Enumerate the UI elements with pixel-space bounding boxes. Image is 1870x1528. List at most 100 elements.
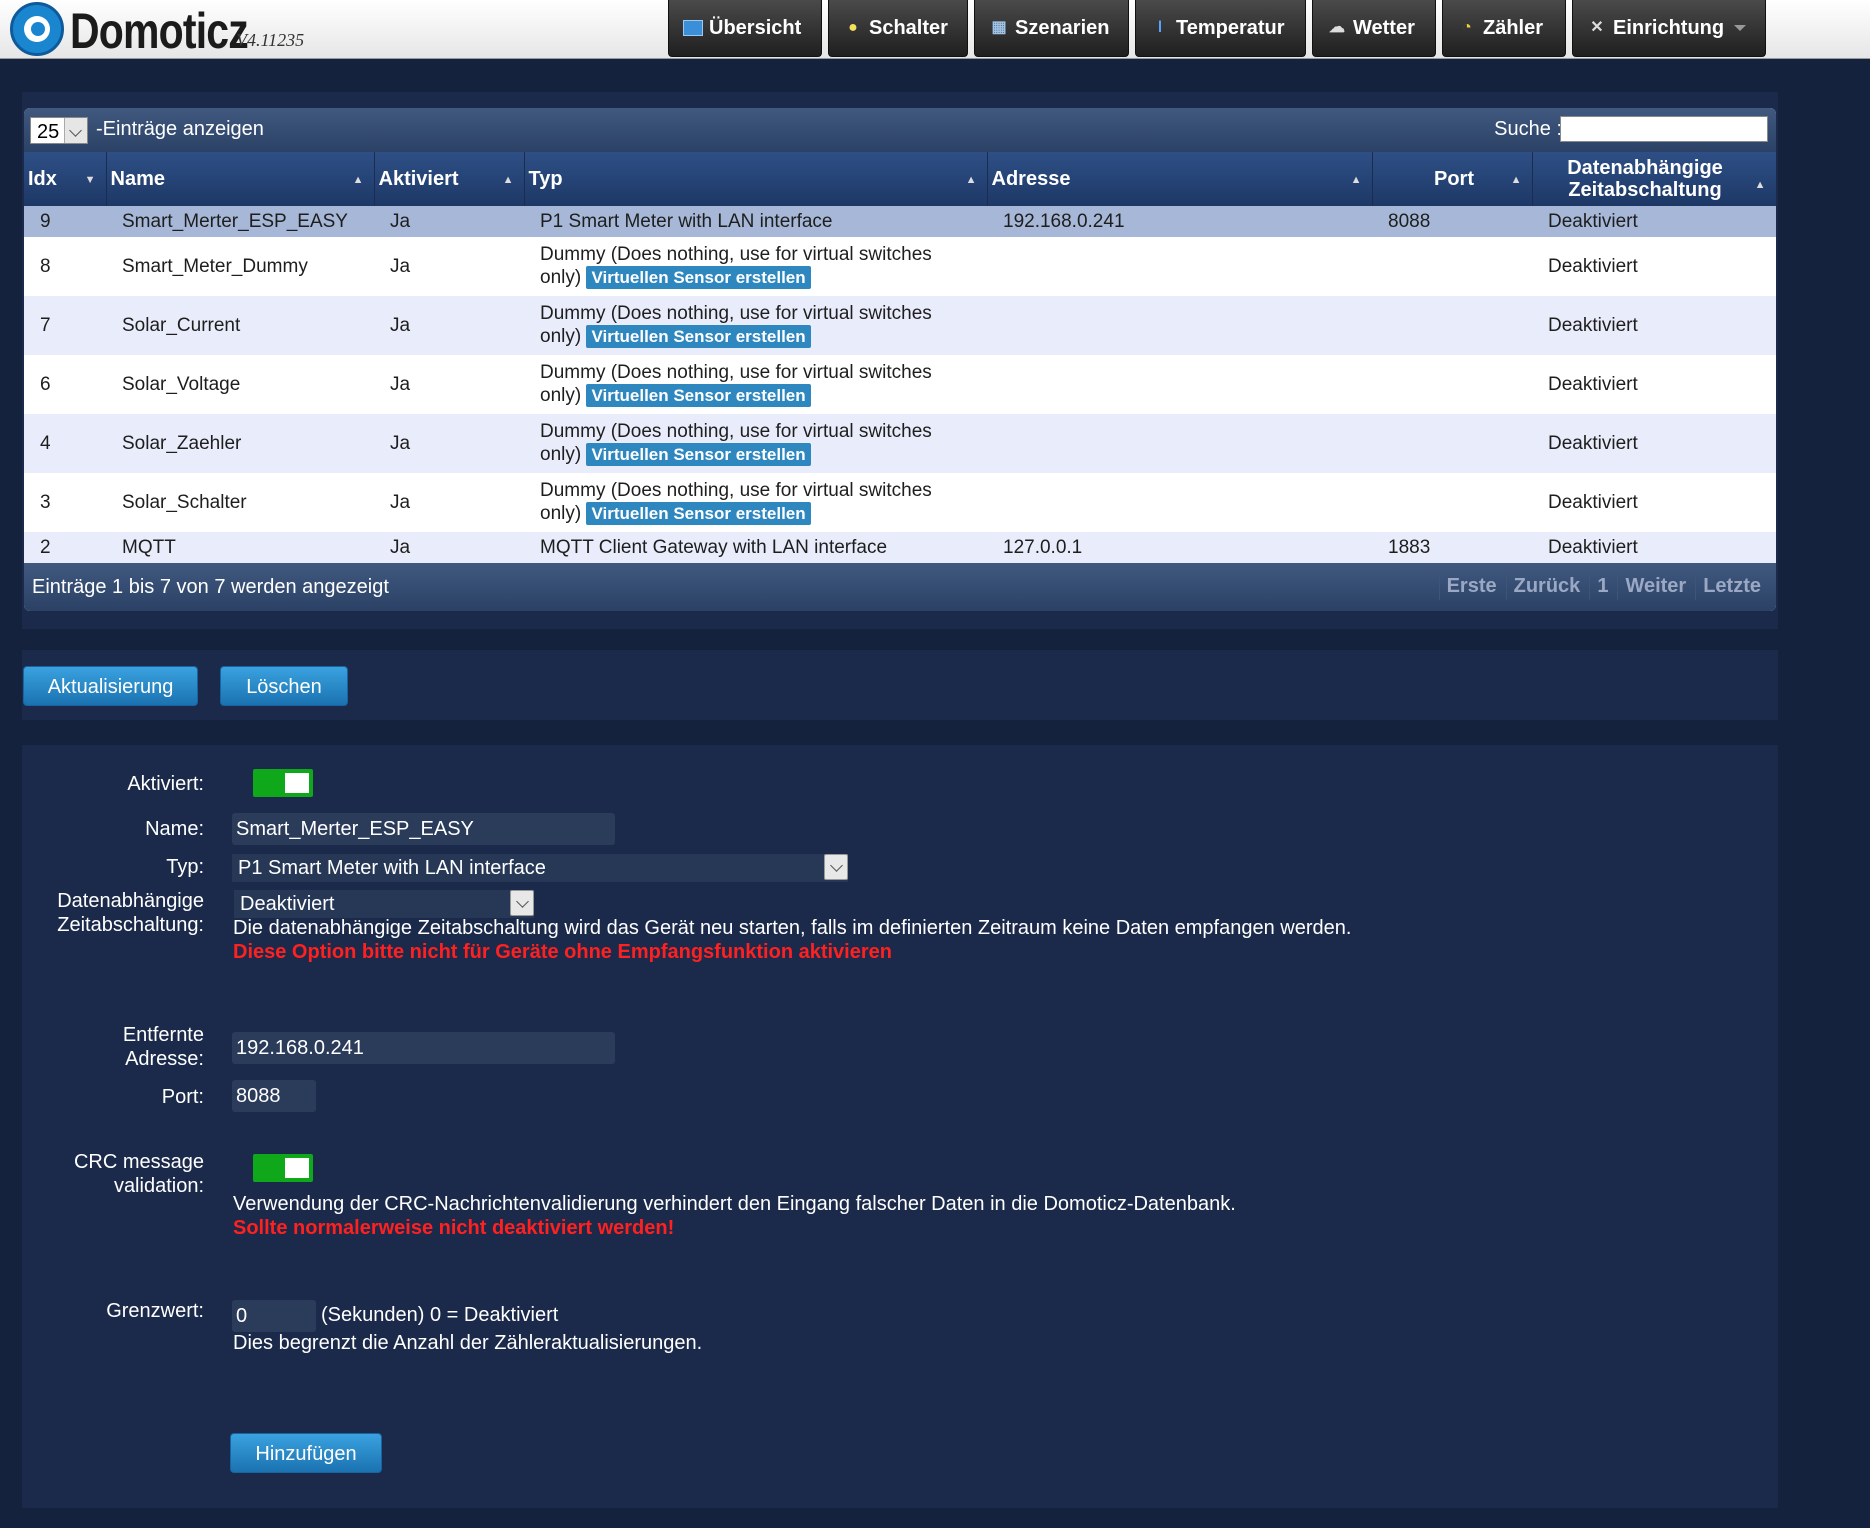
- table-row[interactable]: 2 MQTT Ja MQTT Client Gateway with LAN i…: [24, 532, 1776, 564]
- cell-enabled: Ja: [374, 355, 524, 414]
- name-input[interactable]: Smart_Merter_ESP_EASY: [232, 813, 615, 845]
- hardware-edit-form: Aktiviert: Name: Smart_Merter_ESP_EASY T…: [22, 745, 1778, 1508]
- chevron-down-icon: [510, 890, 534, 916]
- cell-type: Dummy (Does nothing, use for virtual swi…: [524, 296, 987, 355]
- table-row[interactable]: 3 Solar_Schalter Ja Dummy (Does nothing,…: [24, 473, 1776, 532]
- address-input[interactable]: 192.168.0.241: [232, 1032, 615, 1064]
- create-virtual-sensor-button[interactable]: Virtuellen Sensor erstellen: [586, 502, 811, 525]
- tools-icon: ✕: [1590, 19, 1604, 36]
- enabled-toggle[interactable]: [253, 769, 313, 797]
- cell-type: P1 Smart Meter with LAN interface: [524, 206, 987, 237]
- cloud-icon: ☁: [1329, 19, 1345, 36]
- nav-szenarien[interactable]: ▦ Szenarien: [974, 0, 1129, 57]
- cell-name: MQTT: [106, 532, 374, 564]
- main-nav: Übersicht ● Schalter ▦ Szenarien ǀ Tempe…: [668, 0, 1766, 58]
- nav-label: Einrichtung: [1613, 16, 1725, 39]
- create-virtual-sensor-button[interactable]: Virtuellen Sensor erstellen: [586, 384, 811, 407]
- cell-address: 192.168.0.241: [987, 206, 1372, 237]
- cell-name: Solar_Schalter: [106, 473, 374, 532]
- col-address[interactable]: Adresse ▲: [987, 152, 1373, 206]
- nav-schalter[interactable]: ● Schalter: [828, 0, 968, 57]
- crc-label: CRC message validation:: [73, 1151, 204, 1197]
- col-name[interactable]: Name ▲: [106, 152, 375, 206]
- nav-label: Zähler: [1483, 16, 1544, 39]
- domoticz-logo-icon[interactable]: [10, 2, 64, 56]
- cell-address: 127.0.0.1: [987, 532, 1372, 564]
- cell-idx: 3: [24, 473, 106, 532]
- nav-zaehler[interactable]: ◔ Zähler: [1442, 0, 1566, 57]
- cell-port: 8088: [1372, 206, 1532, 237]
- entries-per-page-label: -Einträge anzeigen: [96, 118, 264, 140]
- cell-type: Dummy (Does nothing, use for virtual swi…: [524, 355, 987, 414]
- cell-port: [1372, 414, 1532, 473]
- clapperboard-icon: ▦: [991, 19, 1007, 36]
- timeout-select[interactable]: Deaktiviert: [234, 890, 534, 918]
- cell-type: Dummy (Does nothing, use for virtual swi…: [524, 473, 987, 532]
- cell-address: [987, 414, 1372, 473]
- limit-label: Grenzwert:: [106, 1300, 204, 1322]
- limit-unit-text: (Sekunden) 0 = Deaktiviert: [321, 1304, 559, 1326]
- pager-first[interactable]: Erste: [1438, 573, 1504, 600]
- table-info: Einträge 1 bis 7 von 7 werden angezeigt: [32, 576, 389, 598]
- search-input[interactable]: [1560, 116, 1768, 142]
- col-port[interactable]: Port ▲: [1372, 152, 1533, 206]
- dashboard-icon: [683, 20, 703, 36]
- create-virtual-sensor-button[interactable]: Virtuellen Sensor erstellen: [586, 325, 811, 348]
- create-virtual-sensor-button[interactable]: Virtuellen Sensor erstellen: [586, 266, 811, 289]
- cell-address: [987, 473, 1372, 532]
- nav-uebersicht[interactable]: Übersicht: [668, 0, 822, 57]
- create-virtual-sensor-button[interactable]: Virtuellen Sensor erstellen: [586, 443, 811, 466]
- cell-type: MQTT Client Gateway with LAN interface: [524, 532, 987, 564]
- cell-port: 1883: [1372, 532, 1532, 564]
- cell-name: Smart_Meter_Dummy: [106, 237, 374, 296]
- cell-name: Smart_Merter_ESP_EASY: [106, 206, 374, 237]
- col-timeout[interactable]: Datenabhängige Zeitabschaltung ▲: [1532, 152, 1776, 206]
- limit-input[interactable]: 0: [232, 1300, 316, 1332]
- cell-name: Solar_Voltage: [106, 355, 374, 414]
- top-bar: Domoticz V4.11235 Übersicht ● Schalter ▦…: [0, 0, 1870, 59]
- entries-per-page-select[interactable]: 25: [30, 117, 88, 144]
- nav-label: Wetter: [1353, 16, 1415, 39]
- cell-enabled: Ja: [374, 414, 524, 473]
- add-button[interactable]: Hinzufügen: [230, 1433, 382, 1473]
- table-header-row: Idx ▼ Name ▲ Aktiviert ▲ Typ ▲ Adresse ▲ Port…: [24, 152, 1776, 206]
- table-row[interactable]: 9 Smart_Merter_ESP_EASY Ja P1 Smart Mete…: [24, 206, 1776, 237]
- pager-prev[interactable]: Zurück: [1505, 573, 1588, 600]
- delete-button[interactable]: Löschen: [220, 666, 348, 706]
- hardware-grid: Idx ▼ Name ▲ Aktiviert ▲ Typ ▲ Adresse ▲ Port…: [24, 152, 1776, 564]
- col-type[interactable]: Typ ▲: [524, 152, 988, 206]
- cell-enabled: Ja: [374, 237, 524, 296]
- col-enabled[interactable]: Aktiviert ▲: [374, 152, 525, 206]
- cell-port: [1372, 237, 1532, 296]
- hardware-table: 25 -Einträge anzeigen Suche : Idx ▼ Name ▲…: [24, 108, 1776, 611]
- nav-einrichtung[interactable]: ✕ Einrichtung: [1572, 0, 1766, 57]
- cell-enabled: Ja: [374, 532, 524, 564]
- cell-idx: 8: [24, 237, 106, 296]
- entries-per-page-value: 25: [37, 121, 60, 143]
- table-row[interactable]: 4 Solar_Zaehler Ja Dummy (Does nothing, …: [24, 414, 1776, 473]
- nav-wetter[interactable]: ☁ Wetter: [1312, 0, 1436, 57]
- sort-icon: ▲: [352, 174, 364, 186]
- table-row[interactable]: 7 Solar_Current Ja Dummy (Does nothing, …: [24, 296, 1776, 355]
- sort-icon: ▲: [1350, 174, 1362, 186]
- version-label: V4.11235: [236, 30, 305, 50]
- update-button[interactable]: Aktualisierung: [23, 666, 198, 706]
- limit-help-text: Dies begrenzt die Anzahl der Zähleraktua…: [233, 1332, 703, 1354]
- table-row[interactable]: 8 Smart_Meter_Dummy Ja Dummy (Does nothi…: [24, 237, 1776, 296]
- type-select[interactable]: P1 Smart Meter with LAN interface: [232, 854, 848, 882]
- type-label: Typ:: [166, 856, 204, 878]
- name-label: Name:: [145, 818, 204, 840]
- col-idx[interactable]: Idx ▼: [24, 152, 107, 206]
- crc-toggle[interactable]: [253, 1154, 313, 1182]
- cell-name: Solar_Zaehler: [106, 414, 374, 473]
- pager-last[interactable]: Letzte: [1695, 573, 1768, 600]
- chevron-down-icon: [64, 118, 87, 143]
- table-row[interactable]: 6 Solar_Voltage Ja Dummy (Does nothing, …: [24, 355, 1776, 414]
- pager-page[interactable]: 1: [1589, 573, 1615, 600]
- chevron-down-icon: [824, 854, 848, 880]
- cell-idx: 4: [24, 414, 106, 473]
- pager-next[interactable]: Weiter: [1617, 573, 1693, 600]
- port-input[interactable]: 8088: [232, 1080, 316, 1112]
- sort-icon: ▲: [1754, 179, 1766, 191]
- nav-temperatur[interactable]: ǀ Temperatur: [1135, 0, 1306, 57]
